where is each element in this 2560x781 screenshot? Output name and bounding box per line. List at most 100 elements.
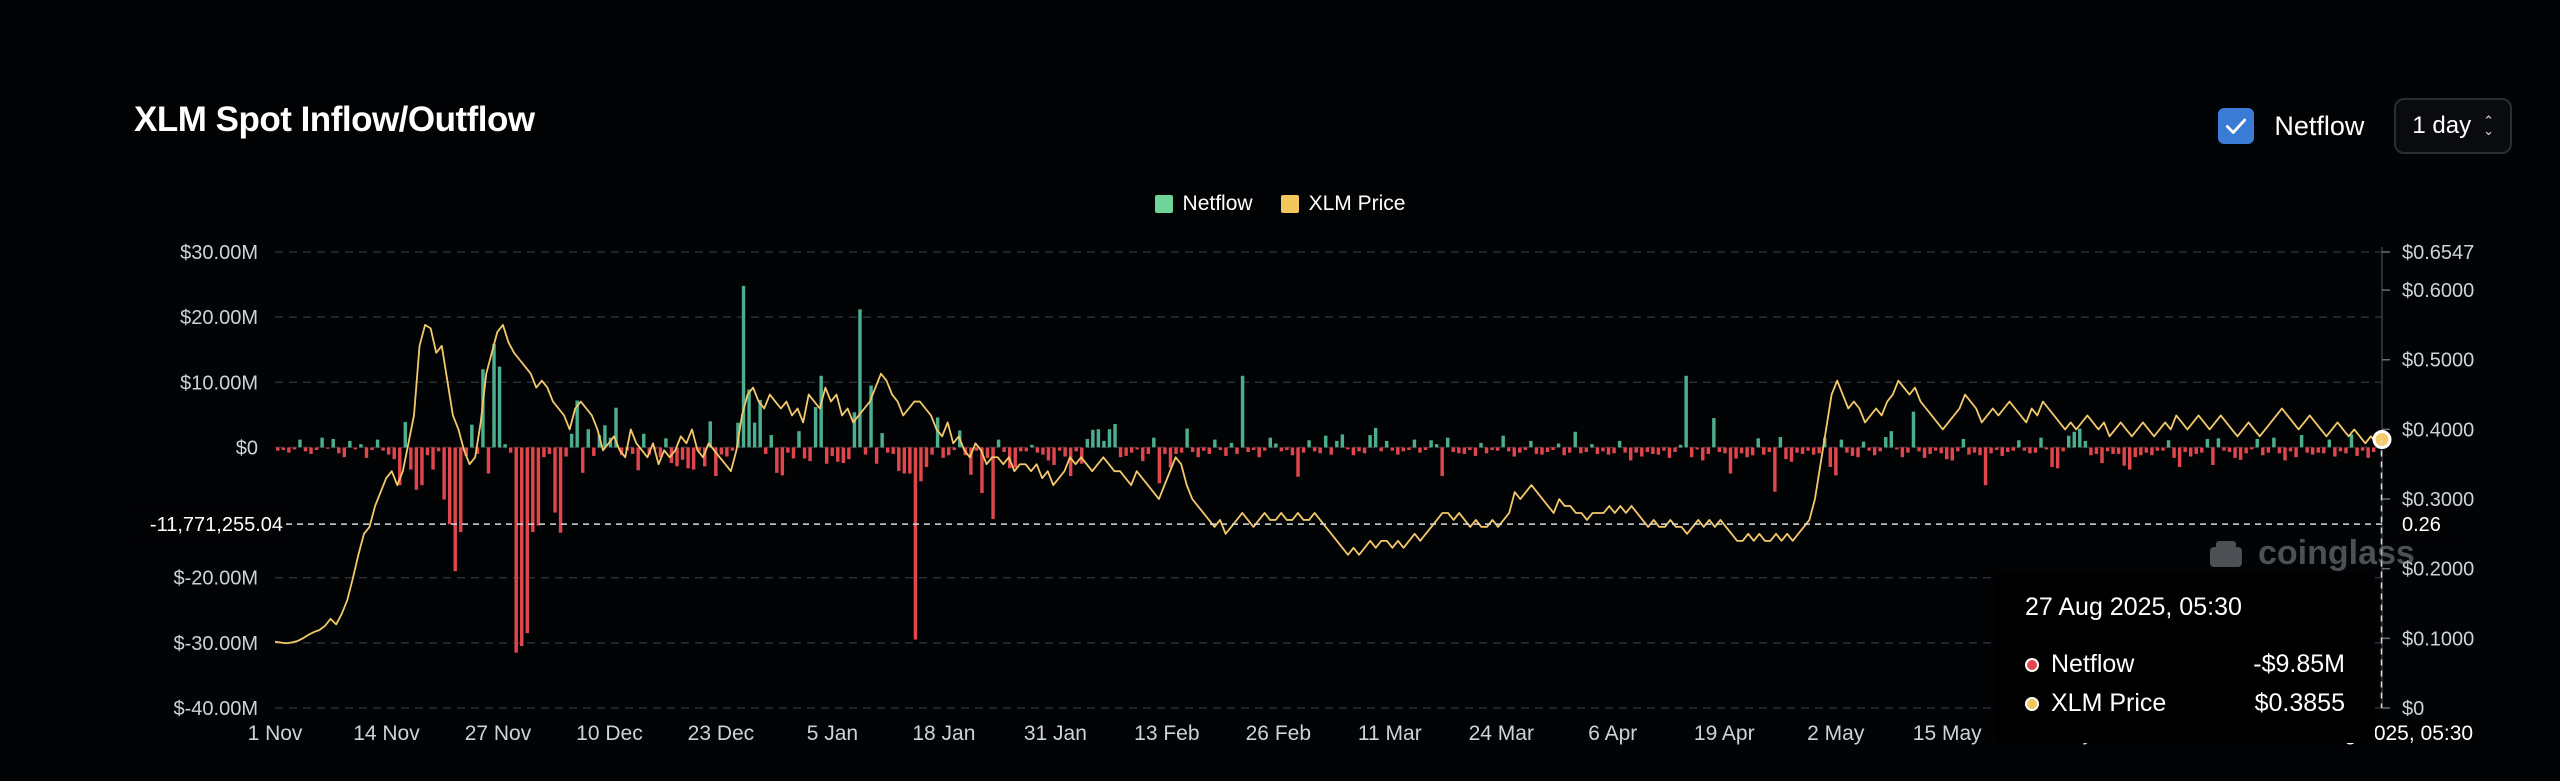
netflow-bar[interactable] bbox=[952, 447, 956, 451]
netflow-bar[interactable] bbox=[503, 444, 507, 448]
netflow-bar[interactable] bbox=[1628, 447, 1633, 461]
netflow-bar[interactable] bbox=[1495, 447, 1500, 451]
netflow-bar[interactable] bbox=[874, 447, 879, 464]
netflow-bar[interactable] bbox=[1102, 440, 1106, 448]
netflow-bar[interactable] bbox=[536, 447, 541, 526]
netflow-bar[interactable] bbox=[564, 447, 568, 457]
netflow-bar[interactable] bbox=[447, 447, 452, 525]
netflow-bar[interactable] bbox=[1828, 447, 1833, 467]
netflow-bar[interactable] bbox=[2316, 447, 2320, 453]
netflow-bar[interactable] bbox=[1745, 447, 1749, 458]
netflow-bar[interactable] bbox=[2122, 447, 2126, 466]
netflow-bar[interactable] bbox=[1972, 447, 1977, 453]
netflow-bar[interactable] bbox=[298, 439, 302, 448]
netflow-bar[interactable] bbox=[836, 447, 840, 462]
netflow-bar[interactable] bbox=[542, 447, 546, 458]
netflow-bar[interactable] bbox=[1207, 447, 1212, 454]
netflow-bar[interactable] bbox=[2344, 447, 2348, 454]
netflow-bar[interactable] bbox=[1656, 447, 1661, 455]
netflow-bar[interactable] bbox=[1468, 447, 1472, 451]
netflow-bar[interactable] bbox=[459, 447, 463, 533]
netflow-bar[interactable] bbox=[1850, 447, 1855, 456]
netflow-bar[interactable] bbox=[2094, 447, 2099, 454]
netflow-bar[interactable] bbox=[2050, 447, 2054, 467]
netflow-bar[interactable] bbox=[719, 447, 724, 455]
netflow-bar[interactable] bbox=[741, 285, 746, 448]
netflow-bar[interactable] bbox=[1523, 447, 1528, 451]
netflow-bar[interactable] bbox=[1074, 447, 1078, 452]
netflow-bar[interactable] bbox=[2244, 447, 2248, 454]
netflow-bar[interactable] bbox=[1457, 447, 1461, 454]
netflow-bar[interactable] bbox=[2061, 447, 2065, 452]
netflow-bar[interactable] bbox=[547, 447, 552, 454]
netflow-bar[interactable] bbox=[769, 435, 773, 448]
netflow-bar[interactable] bbox=[314, 447, 319, 451]
netflow-bar[interactable] bbox=[1939, 447, 1943, 454]
netflow-bar[interactable] bbox=[1906, 447, 1910, 453]
netflow-bar[interactable] bbox=[281, 447, 286, 451]
netflow-bar[interactable] bbox=[664, 438, 668, 448]
netflow-bar[interactable] bbox=[386, 447, 391, 455]
netflow-bar[interactable] bbox=[797, 431, 801, 448]
netflow-bar[interactable] bbox=[364, 447, 369, 458]
netflow-bar[interactable] bbox=[863, 447, 868, 455]
netflow-bar[interactable] bbox=[1623, 447, 1627, 453]
netflow-bar[interactable] bbox=[586, 429, 590, 448]
netflow-bar[interactable] bbox=[425, 447, 430, 456]
netflow-bar[interactable] bbox=[1540, 447, 1544, 455]
netflow-bar[interactable] bbox=[1329, 447, 1333, 455]
netflow-bar[interactable] bbox=[414, 447, 419, 490]
netflow-bar[interactable] bbox=[520, 447, 524, 647]
netflow-bar[interactable] bbox=[331, 438, 335, 448]
netflow-bar[interactable] bbox=[1678, 444, 1683, 448]
netflow-bar[interactable] bbox=[2128, 447, 2132, 470]
netflow-bar[interactable] bbox=[686, 447, 690, 469]
netflow-bar[interactable] bbox=[1479, 442, 1483, 448]
netflow-bar[interactable] bbox=[1712, 418, 1716, 448]
netflow-bar[interactable] bbox=[891, 447, 895, 454]
netflow-bar[interactable] bbox=[497, 366, 502, 448]
netflow-bar[interactable] bbox=[1462, 447, 1467, 454]
netflow-bar[interactable] bbox=[2322, 447, 2326, 454]
netflow-bar[interactable] bbox=[2238, 447, 2243, 460]
netflow-bar[interactable] bbox=[292, 447, 297, 450]
netflow-bar[interactable] bbox=[276, 447, 280, 451]
netflow-bar[interactable] bbox=[1046, 447, 1051, 461]
netflow-bar[interactable] bbox=[1601, 447, 1605, 452]
netflow-bar[interactable] bbox=[974, 447, 979, 451]
netflow-bar[interactable] bbox=[1900, 447, 1905, 458]
netflow-bar[interactable] bbox=[1246, 447, 1250, 452]
netflow-bar[interactable] bbox=[2172, 447, 2176, 458]
netflow-bar[interactable] bbox=[1357, 447, 1361, 452]
netflow-bar[interactable] bbox=[1872, 447, 1877, 456]
netflow-bar[interactable] bbox=[492, 343, 496, 448]
netflow-bar[interactable] bbox=[2161, 447, 2165, 451]
netflow-bar[interactable] bbox=[1434, 444, 1439, 448]
netflow-bar[interactable] bbox=[830, 447, 834, 456]
netflow-bar[interactable] bbox=[1956, 447, 1960, 452]
netflow-bar[interactable] bbox=[1379, 447, 1383, 452]
netflow-bar[interactable] bbox=[1157, 447, 1162, 484]
netflow-bar[interactable] bbox=[592, 447, 596, 456]
netflow-bar[interactable] bbox=[2116, 447, 2121, 454]
netflow-bar[interactable] bbox=[691, 447, 696, 470]
netflow-bar[interactable] bbox=[763, 447, 768, 454]
netflow-bar[interactable] bbox=[2111, 447, 2115, 454]
netflow-bar[interactable] bbox=[1024, 447, 1029, 452]
netflow-bar[interactable] bbox=[1035, 447, 1040, 453]
netflow-bar[interactable] bbox=[885, 447, 890, 453]
netflow-bar[interactable] bbox=[2249, 447, 2254, 450]
netflow-bar[interactable] bbox=[1867, 447, 1871, 451]
netflow-bar[interactable] bbox=[2166, 440, 2171, 448]
netflow-bar[interactable] bbox=[775, 447, 779, 473]
netflow-bar[interactable] bbox=[1651, 447, 1655, 454]
netflow-bar[interactable] bbox=[2028, 447, 2032, 454]
netflow-bar[interactable] bbox=[1839, 439, 1844, 448]
netflow-bar[interactable] bbox=[2144, 447, 2149, 453]
netflow-bar[interactable] bbox=[370, 447, 374, 451]
netflow-bar[interactable] bbox=[2183, 447, 2187, 452]
netflow-bar[interactable] bbox=[1961, 438, 1966, 448]
netflow-bar[interactable] bbox=[1922, 447, 1927, 458]
netflow-bar[interactable] bbox=[420, 447, 424, 486]
netflow-bar[interactable] bbox=[1185, 428, 1189, 448]
